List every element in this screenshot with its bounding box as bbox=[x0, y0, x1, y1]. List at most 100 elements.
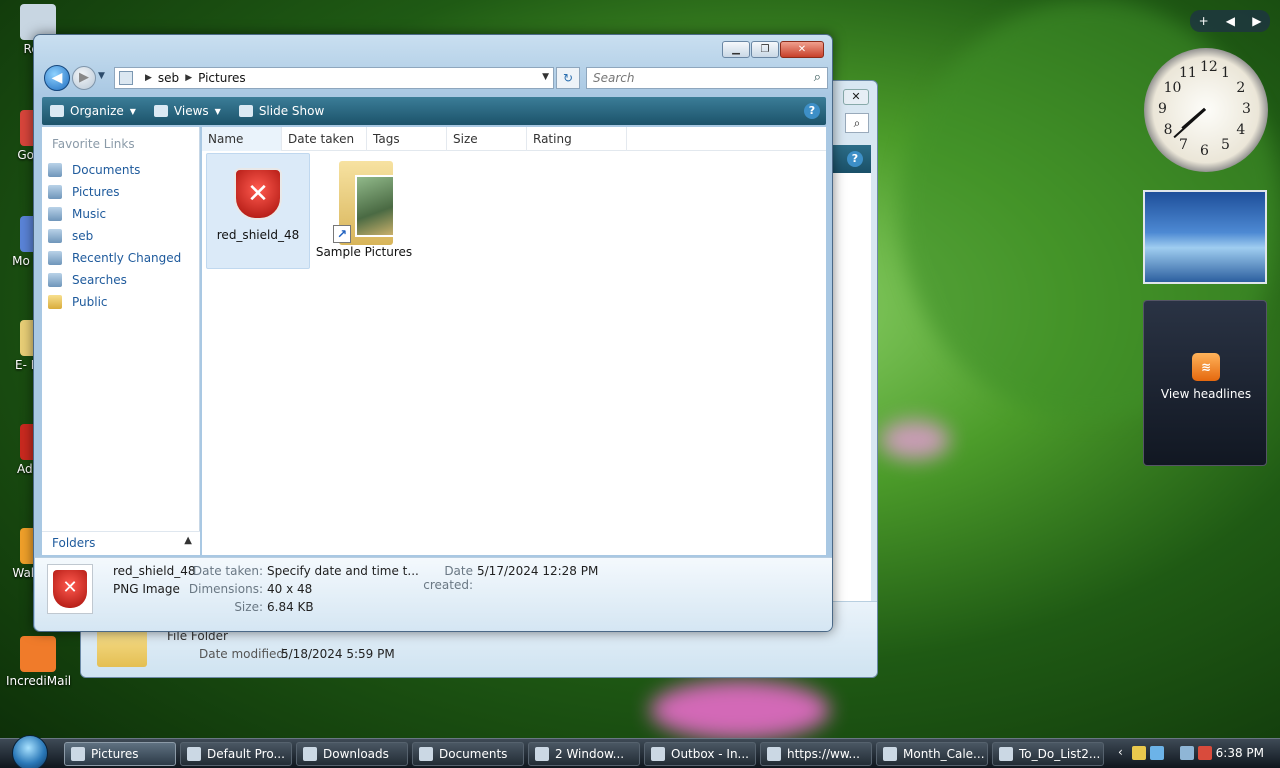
explorer-window[interactable]: ▁ ❐ ✕ ◀ ▶ ▼ ▶ seb ▶ Pictures ▼ ↻ Search … bbox=[33, 34, 833, 632]
volume-muted-icon[interactable] bbox=[1198, 746, 1212, 760]
organize-label: Organize bbox=[70, 104, 124, 118]
background-close-button[interactable]: ✕ bbox=[843, 89, 869, 105]
network-icon[interactable] bbox=[1180, 746, 1194, 760]
column-name[interactable]: Name bbox=[202, 127, 282, 151]
file-item-label: Sample Pictures bbox=[315, 245, 413, 259]
favorite-link-item[interactable]: Music bbox=[48, 203, 181, 225]
refresh-button[interactable]: ↻ bbox=[556, 67, 580, 89]
clock-numeral: 5 bbox=[1221, 137, 1230, 154]
taskbar-app-icon bbox=[883, 747, 897, 761]
breadcrumb-separator[interactable]: ▶ bbox=[145, 73, 152, 83]
taskbar-app-icon bbox=[303, 747, 317, 761]
favorite-link-item[interactable]: Documents bbox=[48, 159, 181, 181]
help-icon[interactable]: ? bbox=[804, 103, 820, 119]
address-bar[interactable]: ▶ seb ▶ Pictures ▼ bbox=[114, 67, 554, 89]
column-date-taken[interactable]: Date taken bbox=[282, 127, 367, 151]
size-value: 6.84 KB bbox=[267, 600, 314, 614]
taskbar-button[interactable]: To_Do_List2... bbox=[992, 742, 1104, 766]
chevron-down-icon: ▼ bbox=[214, 106, 221, 116]
column-tags[interactable]: Tags bbox=[367, 127, 447, 151]
background-date-modified-value: 5/18/2024 5:59 PM bbox=[281, 647, 395, 661]
views-button[interactable]: Views ▼ bbox=[153, 104, 221, 118]
chevron-down-icon: ▼ bbox=[129, 106, 136, 116]
taskbar-button-label: Pictures bbox=[91, 747, 139, 761]
slideshow-button[interactable]: Slide Show bbox=[238, 104, 325, 118]
views-icon bbox=[153, 105, 168, 117]
recent-pages-dropdown[interactable]: ▼ bbox=[98, 71, 105, 81]
taskbar-button-label: To_Do_List2... bbox=[1019, 747, 1101, 761]
taskbar-app-icon bbox=[999, 747, 1013, 761]
breadcrumb-pictures[interactable]: Pictures bbox=[198, 71, 246, 85]
desktop-icon[interactable]: IncrediMail bbox=[6, 636, 71, 688]
start-button[interactable] bbox=[12, 735, 48, 768]
clock-numeral: 1 bbox=[1221, 64, 1230, 81]
desktop-shortcut-icon bbox=[20, 636, 56, 672]
slideshow-label: Slide Show bbox=[258, 104, 325, 118]
favorite-link-item[interactable]: Recently Changed bbox=[48, 247, 181, 269]
search-input[interactable]: Search ⌕ bbox=[586, 67, 828, 89]
taskbar-button[interactable]: 2 Window... bbox=[528, 742, 640, 766]
feed-headlines-gadget[interactable]: ≋ View headlines bbox=[1143, 300, 1267, 466]
previous-gadgets-button[interactable]: ◀ bbox=[1226, 14, 1235, 28]
file-item-sample-pictures[interactable]: ↗ Sample Pictures bbox=[312, 153, 416, 269]
dimensions-value: 40 x 48 bbox=[267, 582, 313, 596]
forward-button[interactable]: ▶ bbox=[72, 66, 96, 90]
taskbar-button[interactable]: Documents bbox=[412, 742, 524, 766]
back-button[interactable]: ◀ bbox=[44, 65, 70, 91]
taskbar-app-icon bbox=[767, 747, 781, 761]
chevron-down-icon[interactable]: ▼ bbox=[542, 72, 549, 82]
clock-gadget[interactable]: 1 2 3 4 5 6 7 8 9 10 11 12 bbox=[1144, 48, 1268, 172]
taskbar-button-label: Documents bbox=[439, 747, 508, 761]
date-created-label: Date created: bbox=[423, 564, 473, 592]
maximize-button[interactable]: ❐ bbox=[751, 41, 779, 58]
next-gadgets-button[interactable]: ▶ bbox=[1252, 14, 1261, 28]
command-toolbar: Organize ▼ Views ▼ Slide Show ? bbox=[42, 97, 826, 125]
search-icon[interactable]: ⌕ bbox=[814, 70, 821, 85]
navigation-bar: ◀ ▶ ▼ ▶ seb ▶ Pictures ▼ ↻ Search ⌕ bbox=[42, 65, 828, 91]
clock-time[interactable]: 6:38 PM bbox=[1216, 746, 1264, 760]
tray-expand-icon[interactable]: ‹ bbox=[1118, 745, 1123, 759]
favorite-link-item[interactable]: Searches bbox=[48, 269, 181, 291]
taskbar-app-icon bbox=[187, 747, 201, 761]
taskbar-button[interactable]: https://ww... bbox=[760, 742, 872, 766]
organize-button[interactable]: Organize ▼ bbox=[50, 104, 136, 118]
clock-numeral: 4 bbox=[1236, 122, 1246, 138]
taskbar-button[interactable]: Outbox - In... bbox=[644, 742, 756, 766]
breadcrumb-seb[interactable]: seb bbox=[158, 71, 179, 85]
minimize-button[interactable]: ▁ bbox=[722, 41, 750, 58]
folders-toggle[interactable]: Folders ▲ bbox=[42, 531, 200, 555]
file-item-red-shield[interactable]: ✕ red_shield_48 bbox=[206, 153, 310, 269]
details-file-type: PNG Image bbox=[113, 582, 180, 596]
taskbar-button[interactable]: Pictures bbox=[64, 742, 176, 766]
clock-numeral: 10 bbox=[1163, 80, 1182, 96]
file-thumbnail: ✕ bbox=[47, 564, 93, 614]
file-list[interactable]: Name Date taken Tags Size Rating ✕ red_s… bbox=[202, 127, 826, 555]
clock-numeral: 12 bbox=[1200, 59, 1218, 75]
folder-link-icon bbox=[48, 295, 62, 309]
navigation-pane: Favorite Links Documents Pictures Music seb… bbox=[42, 127, 200, 555]
view-headlines-link[interactable]: View headlines bbox=[1144, 387, 1268, 401]
folder-icon: ↗ bbox=[329, 155, 399, 245]
taskbar-button[interactable]: Downloads bbox=[296, 742, 408, 766]
breadcrumb-separator[interactable]: ▶ bbox=[185, 73, 192, 83]
favorite-link-item[interactable]: seb bbox=[48, 225, 181, 247]
taskbar-button[interactable]: Month_Cale... bbox=[876, 742, 988, 766]
favorite-link-label: seb bbox=[72, 229, 94, 243]
slideshow-gadget[interactable] bbox=[1143, 190, 1267, 284]
column-rating[interactable]: Rating bbox=[527, 127, 627, 151]
background-help-icon[interactable]: ? bbox=[847, 151, 863, 167]
system-tray: ‹ 6:38 PM bbox=[1118, 743, 1274, 765]
add-gadget-button[interactable]: + bbox=[1199, 14, 1209, 28]
favorite-link-label: Recently Changed bbox=[72, 251, 182, 265]
tray-icon[interactable] bbox=[1150, 746, 1164, 760]
tray-icon[interactable] bbox=[1132, 746, 1146, 760]
folders-label: Folders bbox=[52, 536, 96, 550]
close-button[interactable]: ✕ bbox=[780, 41, 824, 58]
taskbar-button[interactable]: Default Pro... bbox=[180, 742, 292, 766]
favorite-link-item[interactable]: Pictures bbox=[48, 181, 181, 203]
background-date-modified-label: Date modified: bbox=[199, 647, 289, 661]
background-search-icon[interactable]: ⌕ bbox=[845, 113, 869, 133]
column-size[interactable]: Size bbox=[447, 127, 527, 151]
favorite-link-item[interactable]: Public bbox=[48, 291, 181, 313]
shield-icon: ✕ bbox=[53, 570, 87, 608]
